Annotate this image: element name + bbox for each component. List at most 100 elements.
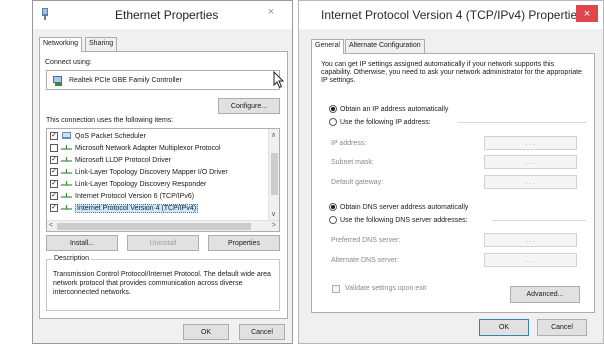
subnet-mask-field[interactable]: . . .: [484, 155, 577, 169]
list-item-multiplexor[interactable]: Microsoft Network Adapter Multiplexor Pr…: [50, 143, 221, 153]
item-label: Internet Protocol Version 6 (TCP/IPv6): [75, 192, 195, 200]
list-item-qos[interactable]: ✓ QoS Packet Scheduler: [50, 131, 146, 141]
scroll-left-icon[interactable]: <: [49, 222, 53, 230]
description-group: Description Transmission Control Protoco…: [46, 255, 280, 311]
window-title: Ethernet Properties: [115, 8, 219, 22]
checkbox[interactable]: ✓: [50, 132, 58, 140]
cancel-button[interactable]: Cancel: [537, 319, 587, 336]
radio-label: Obtain an IP address automatically: [340, 105, 449, 113]
alternate-dns-label: Alternate DNS server:: [331, 257, 400, 264]
uninstall-button[interactable]: Uninstall: [127, 235, 199, 251]
radio-label: Use the following DNS server addresses:: [340, 216, 468, 224]
tab-bar: Networking Sharing: [39, 37, 288, 52]
subnet-mask-label: Subnet mask:: [331, 159, 374, 166]
horizontal-scrollbar[interactable]: < >: [47, 220, 279, 231]
tab-bar: General Alternate Configuration: [311, 39, 595, 54]
tab-sharing[interactable]: Sharing: [85, 37, 118, 51]
ip-address-dots: . . .: [525, 139, 536, 147]
list-item-lltd-responder[interactable]: ✓ Link-Layer Topology Discovery Responde…: [50, 179, 206, 189]
advanced-button[interactable]: Advanced...: [510, 286, 580, 303]
ipv4-properties-window: Internet Protocol Version 4 (TCP/IPv4) P…: [298, 0, 604, 344]
list-item-lldp[interactable]: ✓ Microsoft LLDP Protocol Driver: [50, 155, 171, 165]
vertical-scroll-thumb[interactable]: [271, 153, 278, 195]
adapter-name: Realtek PCIe GBE Family Controller: [69, 77, 182, 84]
checkbox[interactable]: ✓: [50, 192, 58, 200]
description-text: Transmission Control Protocol/Internet P…: [53, 271, 271, 296]
scroll-down-icon[interactable]: ∨: [271, 211, 276, 219]
protocol-icon: [61, 181, 72, 186]
obtain-ip-auto-radio[interactable]: Obtain an IP address automatically: [329, 105, 448, 113]
scroll-up-icon[interactable]: ∧: [271, 132, 276, 140]
title-bar[interactable]: Internet Protocol Version 4 (TCP/IPv4) P…: [299, 1, 603, 29]
alternate-dns-dots: . . .: [525, 256, 536, 264]
default-gateway-label: Default gateway:: [331, 179, 384, 186]
horizontal-scroll-thumb[interactable]: [57, 223, 251, 230]
checkbox[interactable]: ✓: [50, 168, 58, 176]
obtain-dns-auto-radio[interactable]: Obtain DNS server address automatically: [329, 203, 468, 211]
ip-address-field[interactable]: . . .: [484, 136, 577, 150]
item-label: Link-Layer Topology Discovery Mapper I/O…: [75, 168, 228, 176]
adapter-box: Realtek PCIe GBE Family Controller: [46, 70, 280, 90]
preferred-dns-field[interactable]: . . .: [484, 233, 577, 247]
install-button[interactable]: Install...: [46, 235, 118, 251]
item-label: Microsoft Network Adapter Multiplexor Pr…: [75, 144, 221, 152]
preferred-dns-dots: . . .: [525, 236, 536, 244]
tab-networking[interactable]: Networking: [39, 37, 83, 52]
properties-button[interactable]: Properties: [208, 235, 280, 251]
radio-button[interactable]: [329, 118, 337, 126]
checkbox[interactable]: ✓: [50, 204, 58, 212]
use-following-dns-radio[interactable]: Use the following DNS server addresses:: [329, 216, 468, 224]
preferred-dns-label: Preferred DNS server:: [331, 237, 401, 244]
subnet-mask-dots: . . .: [525, 158, 536, 166]
ethernet-properties-window: Ethernet Properties × Networking Sharing…: [32, 0, 293, 344]
cancel-button[interactable]: Cancel: [239, 324, 285, 340]
vertical-scrollbar[interactable]: ∧ ∨: [268, 129, 279, 221]
validate-label: Validate settings upon exit: [345, 285, 427, 292]
connect-using-label: Connect using:: [45, 59, 92, 66]
list-item-lltd-mapper[interactable]: ✓ Link-Layer Topology Discovery Mapper I…: [50, 167, 228, 177]
radio-button[interactable]: [329, 216, 337, 224]
checkbox[interactable]: [50, 144, 58, 152]
close-button[interactable]: ×: [254, 1, 288, 22]
list-item-ipv6[interactable]: ✓ Internet Protocol Version 6 (TCP/IPv6): [50, 191, 194, 201]
checkbox[interactable]: ✓: [50, 156, 58, 164]
close-icon: ×: [267, 5, 275, 18]
configure-button[interactable]: Configure...: [218, 98, 280, 114]
tab-alternate-configuration[interactable]: Alternate Configuration: [345, 39, 425, 53]
radio-button[interactable]: [329, 203, 337, 211]
ok-button[interactable]: OK: [183, 324, 229, 340]
items-label: This connection uses the following items…: [46, 117, 174, 124]
checkbox[interactable]: ✓: [50, 180, 58, 188]
item-label: Microsoft LLDP Protocol Driver: [75, 156, 171, 164]
alternate-dns-field[interactable]: . . .: [484, 253, 577, 267]
radio-button[interactable]: [329, 105, 337, 113]
close-icon: ×: [583, 7, 591, 20]
item-label: Link-Layer Topology Discovery Responder: [75, 180, 207, 188]
use-following-ip-radio[interactable]: Use the following IP address:: [329, 118, 431, 126]
list-item-ipv4[interactable]: ✓ Internet Protocol Version 4 (TCP/IPv4): [50, 203, 199, 213]
close-button[interactable]: ×: [576, 5, 598, 22]
item-label: Internet Protocol Version 4 (TCP/IPv4): [75, 203, 199, 213]
protocol-icon: [61, 193, 72, 198]
protocol-icon: [61, 205, 72, 210]
window-title: Internet Protocol Version 4 (TCP/IPv4) P…: [321, 8, 584, 22]
ok-button[interactable]: OK: [479, 319, 529, 336]
default-gateway-field[interactable]: . . .: [484, 175, 577, 189]
qos-icon: [62, 132, 71, 139]
group-border: [492, 220, 586, 221]
intro-text: You can get IP settings assigned automat…: [321, 61, 582, 84]
radio-label: Use the following IP address:: [340, 118, 431, 126]
default-gateway-dots: . . .: [525, 178, 536, 186]
tab-general[interactable]: General: [311, 39, 344, 54]
scroll-right-icon[interactable]: >: [272, 222, 276, 230]
connection-items-list[interactable]: ✓ QoS Packet Scheduler Microsoft Network…: [46, 128, 280, 232]
network-adapter-icon: [42, 8, 48, 20]
item-label: QoS Packet Scheduler: [75, 132, 146, 140]
description-legend: Description: [52, 255, 92, 262]
ip-address-label: IP address:: [331, 140, 367, 147]
validate-checkbox[interactable]: [332, 285, 340, 293]
mouse-cursor-icon: [273, 71, 285, 89]
general-panel: You can get IP settings assigned automat…: [311, 53, 595, 313]
title-bar[interactable]: Ethernet Properties ×: [33, 1, 292, 29]
radio-label: Obtain DNS server address automatically: [340, 203, 469, 211]
